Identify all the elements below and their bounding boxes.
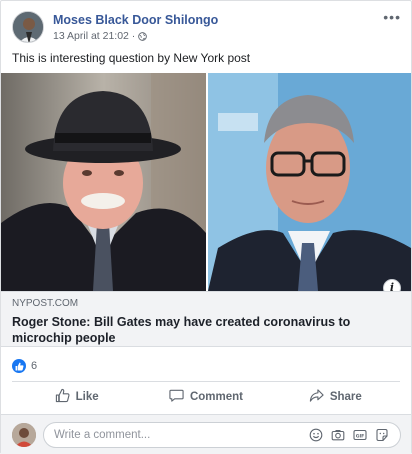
comment-button[interactable]: Comment <box>141 382 270 412</box>
post-text: This is interesting question by New York… <box>12 51 251 65</box>
like-button[interactable]: Like <box>12 382 141 412</box>
post-timestamp[interactable]: 13 April at 21:02 · <box>53 30 135 42</box>
link-image-left <box>1 73 206 291</box>
gif-icon[interactable]: GIF <box>353 428 367 442</box>
comment-icon <box>169 388 184 406</box>
post-header: Moses Black Door Shilongo 13 April at 21… <box>12 9 401 45</box>
post-card: Moses Black Door Shilongo 13 April at 21… <box>0 0 412 454</box>
link-title[interactable]: Roger Stone: Bill Gates may have created… <box>12 314 372 346</box>
post-meta: 13 April at 21:02 · <box>53 30 148 42</box>
like-label: Like <box>75 391 99 403</box>
comment-tools: GIF <box>309 428 389 442</box>
globe-icon <box>138 31 148 41</box>
emoji-icon[interactable] <box>309 428 323 442</box>
author-avatar[interactable] <box>12 11 44 43</box>
like-reaction-icon <box>12 359 26 373</box>
camera-icon[interactable] <box>331 428 345 442</box>
author-name[interactable]: Moses Black Door Shilongo <box>53 13 218 27</box>
link-meta[interactable]: NYPOST.COM Roger Stone: Bill Gates may h… <box>1 291 411 347</box>
sticker-icon[interactable] <box>375 428 389 442</box>
link-preview[interactable]: i NYPOST.COM Roger Stone: Bill Gates may… <box>1 73 411 347</box>
thumbs-up-icon <box>55 388 70 406</box>
comment-composer: GIF <box>1 414 411 454</box>
reaction-count[interactable]: 6 <box>31 360 37 372</box>
commenter-avatar[interactable] <box>12 423 36 447</box>
link-domain: NYPOST.COM <box>12 298 79 309</box>
comment-label: Comment <box>189 391 243 403</box>
share-button[interactable]: Share <box>271 382 400 412</box>
share-icon <box>309 388 324 406</box>
link-image-right <box>208 73 411 291</box>
more-options-icon[interactable]: ••• <box>383 9 401 25</box>
post-actions: Like Comment Share <box>12 382 400 412</box>
reactions-summary[interactable]: 6 <box>12 358 37 374</box>
share-label: Share <box>329 391 362 403</box>
svg-text:GIF: GIF <box>356 433 365 439</box>
